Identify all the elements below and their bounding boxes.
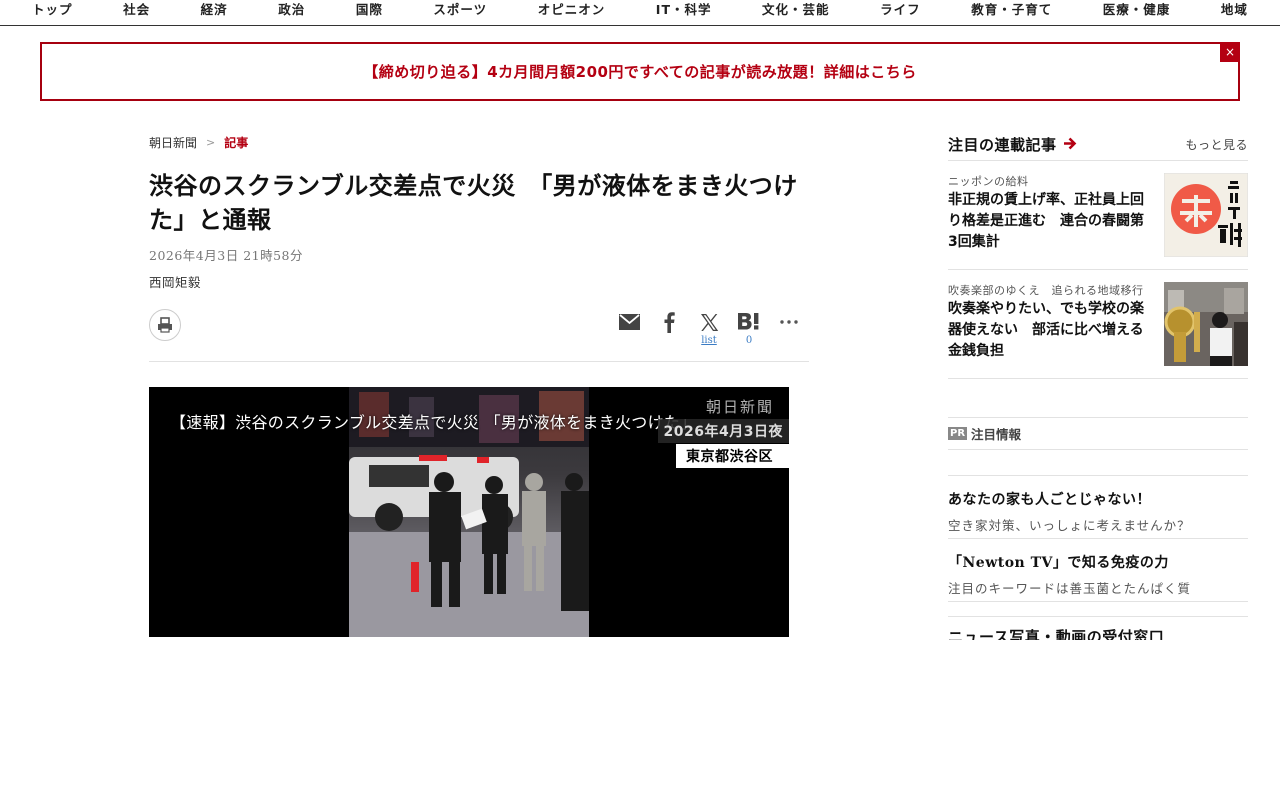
breadcrumb-separator: > [206, 135, 216, 149]
series-item[interactable]: ニッポンの給料 非正規の賃上げ率、正社員上回り格差是正進む 連合の春闘第3回集計 [948, 161, 1248, 270]
pr-item-title[interactable]: あなたの家も人ごとじゃない！ [948, 489, 1248, 509]
more-icon [780, 320, 798, 324]
nav-item-politics[interactable]: 政治 [278, 0, 305, 18]
x-icon [700, 313, 718, 331]
nav-item-sports[interactable]: スポーツ [433, 0, 487, 18]
video-brand: 朝日新聞 [705, 398, 774, 416]
print-icon [158, 317, 172, 333]
campaign-banner[interactable]: 【締め切り迫る】4カ月間月額200円ですべての記事が読み放題！詳細はこちら × [40, 42, 1240, 101]
nav-item-region[interactable]: 地域 [1221, 0, 1248, 18]
article-toolbar: list 0 [149, 306, 809, 362]
nav-item-health[interactable]: 医療・健康 [1103, 0, 1171, 18]
article: 朝日新聞 > 記事 渋谷のスクランブル交差点で火災 「男が液体をまき火つけた」と… [149, 134, 809, 637]
breadcrumb-home[interactable]: 朝日新聞 [149, 134, 197, 151]
share-facebook-button[interactable] [649, 310, 689, 354]
pr-header: PR 注目情報 [948, 417, 1248, 450]
share-hatena-count[interactable]: 0 [746, 335, 752, 346]
top-nav: トップ 社会 経済 政治 国際 スポーツ オピニオン IT・科学 文化・芸能 ラ… [0, 0, 1280, 26]
nav-item-it-science[interactable]: IT・科学 [656, 0, 712, 18]
see-more-link[interactable]: もっと見る [1185, 136, 1248, 153]
nav-item-opinion[interactable]: オピニオン [538, 0, 606, 18]
brass-band-photo [1164, 282, 1248, 366]
share-x-count[interactable]: list [701, 335, 717, 346]
share-buttons: list 0 [609, 310, 809, 354]
share-more-button[interactable] [769, 310, 809, 354]
pr-item[interactable]: あなたの家も人ごとじゃない！ 空き家対策、いっしょに考えませんか？ [948, 476, 1248, 539]
series-item[interactable]: 吹奏楽部のゆくえ 追られる地域移行 吹奏楽やりたい、でも学校の楽器使えない 部活… [948, 270, 1248, 379]
nav-item-top[interactable]: トップ [32, 0, 73, 18]
video-title: 【速報】渋谷のスクランブル交差点で火災 「男が液体をまき火つけた」 [170, 413, 697, 432]
share-hatena-button[interactable]: 0 [729, 310, 769, 354]
nav-item-society[interactable]: 社会 [123, 0, 150, 18]
series-title[interactable]: 吹奏楽やりたい、でも学校の楽器使えない 部活に比べ増える金銭負担 [948, 299, 1153, 362]
series-thumbnail[interactable] [1164, 282, 1248, 366]
breadcrumb-current: 記事 [224, 135, 249, 150]
pr-item-subtitle: 空き家対策、いっしょに考えませんか？ [948, 518, 1191, 533]
featured-series-title-text: 注目の連載記事 [948, 135, 1057, 154]
close-icon[interactable]: × [1220, 42, 1240, 62]
article-author[interactable]: 西岡矩毅 [149, 272, 809, 291]
pr-item-title[interactable]: 「Newton TV」で知る免疫の力 [948, 552, 1248, 572]
featured-series-header: 注目の連載記事 もっと見る [948, 134, 1248, 154]
series-kicker: ニッポンの給料 [948, 175, 1029, 188]
pr-header-label: 注目情報 [971, 427, 1022, 442]
video-player[interactable]: 【速報】渋谷のスクランブル交差点で火災 「男が液体をまき火つけた」 朝日新聞 2… [149, 387, 789, 637]
nav-item-education[interactable]: 教育・子育て [971, 0, 1052, 18]
campaign-banner-text[interactable]: 【締め切り迫る】4カ月間月額200円ですべての記事が読み放題！詳細はこちら [363, 61, 917, 82]
article-headline: 渋谷のスクランブル交差点で火災 「男が液体をまき火つけた」と通報 [149, 172, 798, 234]
pr-list: あなたの家も人ごとじゃない！ 空き家対策、いっしょに考えませんか？ 「Newto… [948, 475, 1248, 602]
pr-item-subtitle: 注目のキーワードは善玉菌とたんぱく質 [948, 581, 1192, 596]
series-kicker: 吹奏楽部のゆくえ 追られる地域移行 [948, 284, 1144, 297]
nav-item-international[interactable]: 国際 [356, 0, 383, 18]
nav-item-economy[interactable]: 経済 [201, 0, 228, 18]
arrow-right-icon [1063, 135, 1077, 154]
video-place-caption: 東京都渋谷区 [676, 444, 789, 468]
news-submission-heading[interactable]: ニュース写真・動画の受付窓口 [948, 616, 1248, 640]
series-title[interactable]: 非正規の賃上げ率、正社員上回り格差是正進む 連合の春闘第3回集計 [948, 190, 1153, 253]
pr-badge: PR [948, 427, 968, 440]
video-date-caption: 2026年4月3日夜 [657, 419, 789, 443]
nav-item-culture[interactable]: 文化・芸能 [762, 0, 830, 18]
breadcrumb: 朝日新聞 > 記事 [149, 134, 809, 150]
pr-item[interactable]: 「Newton TV」で知る免疫の力 注目のキーワードは善玉菌とたんぱく質 [948, 539, 1248, 602]
share-mail-button[interactable] [609, 310, 649, 354]
mail-icon [618, 314, 640, 330]
article-date: 2026年4月3日 21時58分 [149, 248, 304, 263]
facebook-icon [664, 312, 675, 333]
series-thumbnail[interactable] [1164, 173, 1248, 257]
sidebar: 注目の連載記事 もっと見る ニッポンの給料 非正規の賃上げ率、正社員上回り格差是… [948, 134, 1248, 640]
print-button[interactable] [149, 309, 181, 341]
hatena-bookmark-icon [738, 313, 759, 330]
nav-item-life[interactable]: ライフ [880, 0, 921, 18]
nippon-salary-logo [1164, 173, 1248, 257]
share-x-button[interactable]: list [689, 310, 729, 354]
featured-series-title[interactable]: 注目の連載記事 [948, 134, 1077, 155]
